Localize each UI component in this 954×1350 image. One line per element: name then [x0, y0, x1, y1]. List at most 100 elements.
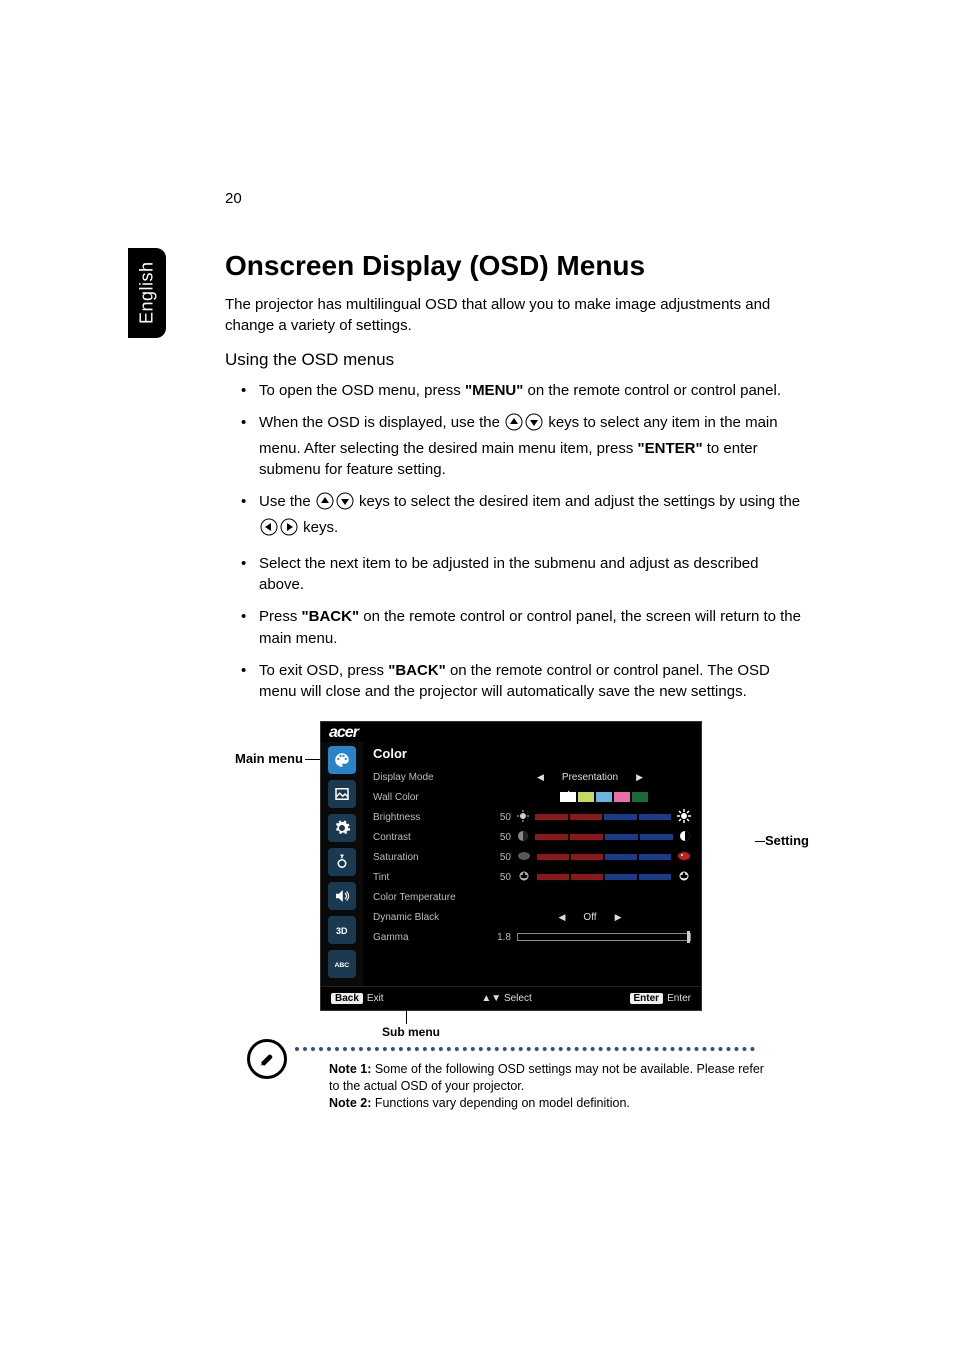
key-label-menu: "MENU" — [465, 382, 523, 399]
slider[interactable] — [535, 833, 673, 841]
row-label: Dynamic Black — [373, 912, 483, 923]
saturation-high-icon — [677, 851, 691, 864]
contrast-low-icon — [517, 830, 529, 845]
enter-label: Enter — [667, 993, 691, 1004]
swatch-lightblue[interactable] — [596, 792, 612, 802]
row-label: Brightness — [373, 812, 483, 823]
note-2: Note 2: Functions vary depending on mode… — [329, 1095, 769, 1112]
bullet-next-item: Select the next item to be adjusted in t… — [259, 553, 804, 597]
right-arrow-icon[interactable]: ▶ — [636, 772, 643, 783]
osd-diagram: Main menu Setting acer 3D ABC — [235, 721, 795, 1011]
bullet-exit: To exit OSD, press "BACK" on the remote … — [259, 660, 804, 704]
swatch-green[interactable] — [632, 792, 648, 802]
gear-icon[interactable] — [328, 814, 356, 842]
image-icon[interactable] — [328, 780, 356, 808]
osd-title: Color — [373, 742, 691, 767]
text-fragment: keys. — [303, 519, 338, 536]
row-wall-color[interactable]: Wall Color — [373, 787, 691, 807]
palette-icon[interactable] — [328, 746, 356, 774]
callout-line — [406, 1010, 407, 1024]
row-label: Color Temperature — [373, 892, 483, 903]
language-tab: English — [128, 248, 166, 338]
left-key-icon — [260, 518, 278, 543]
intro-text: The projector has multilingual OSD that … — [225, 294, 804, 336]
3d-icon[interactable]: 3D — [328, 916, 356, 944]
right-key-icon — [280, 518, 298, 543]
bullet-back: Press "BACK" on the remote control or co… — [259, 606, 804, 650]
text-fragment: To exit OSD, press — [259, 662, 388, 679]
section-subheading: Using the OSD menus — [225, 350, 804, 370]
slider[interactable] — [535, 813, 671, 821]
bullet-open-menu: To open the OSD menu, press "MENU" on th… — [259, 380, 804, 402]
row-label: Display Mode — [373, 772, 483, 783]
right-arrow-icon[interactable]: ▶ — [615, 912, 622, 923]
abc-icon[interactable]: ABC — [328, 950, 356, 978]
wall-color-swatches[interactable] — [517, 792, 691, 802]
text-fragment: To open the OSD menu, press — [259, 382, 465, 399]
updown-icon: ▲▼ — [481, 993, 501, 1004]
saturation-low-icon — [517, 851, 531, 864]
select-label: Select — [504, 993, 532, 1004]
row-label: Wall Color — [373, 792, 483, 803]
page-title: Onscreen Display (OSD) Menus — [225, 250, 804, 282]
label-setting: Setting — [765, 833, 809, 848]
audio-icon[interactable] — [328, 882, 356, 910]
svg-text:3D: 3D — [336, 926, 348, 936]
row-brightness[interactable]: Brightness 50 — [373, 807, 691, 827]
exit-label: Exit — [367, 993, 384, 1004]
row-label: Saturation — [373, 852, 483, 863]
note-1: Note 1: Some of the following OSD settin… — [329, 1061, 769, 1095]
up-key-icon — [505, 413, 523, 438]
row-color-temperature[interactable]: Color Temperature — [373, 887, 691, 907]
row-label: Gamma — [373, 932, 483, 943]
key-label-back: "BACK" — [388, 662, 446, 679]
text-fragment: Press — [259, 608, 302, 625]
management-icon[interactable] — [328, 848, 356, 876]
row-value: Presentation — [562, 772, 618, 783]
row-dynamic-black[interactable]: Dynamic Black ◀ Off ▶ — [373, 907, 691, 927]
row-tint[interactable]: Tint 50 — [373, 867, 691, 887]
bullet-select-item: When the OSD is displayed, use the keys … — [259, 412, 804, 481]
callout-line — [305, 759, 320, 760]
left-arrow-icon[interactable]: ◀ — [559, 912, 566, 923]
gamma-slider[interactable] — [517, 933, 691, 941]
bullet-adjust: Use the keys to select the desired item … — [259, 491, 804, 543]
swatch-yellow[interactable] — [578, 792, 594, 802]
text-fragment: Use the — [259, 493, 315, 510]
left-arrow-icon[interactable]: ◀ — [537, 772, 544, 783]
row-saturation[interactable]: Saturation 50 — [373, 847, 691, 867]
row-label: Contrast — [373, 832, 483, 843]
note-body: Some of the following OSD settings may n… — [329, 1062, 764, 1093]
note-divider — [295, 1047, 755, 1051]
row-contrast[interactable]: Contrast 50 — [373, 827, 691, 847]
row-gamma[interactable]: Gamma 1.8 — [373, 927, 691, 947]
row-value: 50 — [489, 852, 511, 863]
row-display-mode[interactable]: Display Mode ◀ Presentation ▶ — [373, 767, 691, 787]
label-main-menu: Main menu — [235, 751, 303, 766]
tint-high-icon — [677, 869, 691, 886]
row-value: 50 — [489, 872, 511, 883]
down-key-icon — [525, 413, 543, 438]
row-value: Off — [583, 912, 596, 923]
note-icon — [247, 1039, 287, 1079]
note-block: Note 1: Some of the following OSD settin… — [225, 1047, 804, 1112]
page-number: 20 — [225, 190, 242, 207]
osd-sidebar: 3D ABC — [321, 742, 363, 986]
contrast-high-icon — [679, 830, 691, 845]
osd-brand: acer — [321, 722, 701, 742]
label-sub-menu: Sub menu — [382, 1025, 440, 1039]
slider[interactable] — [537, 873, 671, 881]
note-body: Functions vary depending on model defini… — [371, 1096, 630, 1110]
swatch-pink[interactable] — [614, 792, 630, 802]
row-value: 1.8 — [489, 932, 511, 943]
row-label: Tint — [373, 872, 483, 883]
row-value: 50 — [489, 832, 511, 843]
back-key-icon: Back — [331, 993, 363, 1004]
swatch-white[interactable] — [560, 792, 576, 802]
slider[interactable] — [537, 853, 671, 861]
text-fragment: on the remote control or control panel. — [523, 382, 781, 399]
key-label-back: "BACK" — [302, 608, 360, 625]
brightness-high-icon — [677, 809, 691, 826]
osd-window: acer 3D ABC Color Display Mod — [320, 721, 702, 1011]
text-fragment: When the OSD is displayed, use the — [259, 414, 504, 431]
